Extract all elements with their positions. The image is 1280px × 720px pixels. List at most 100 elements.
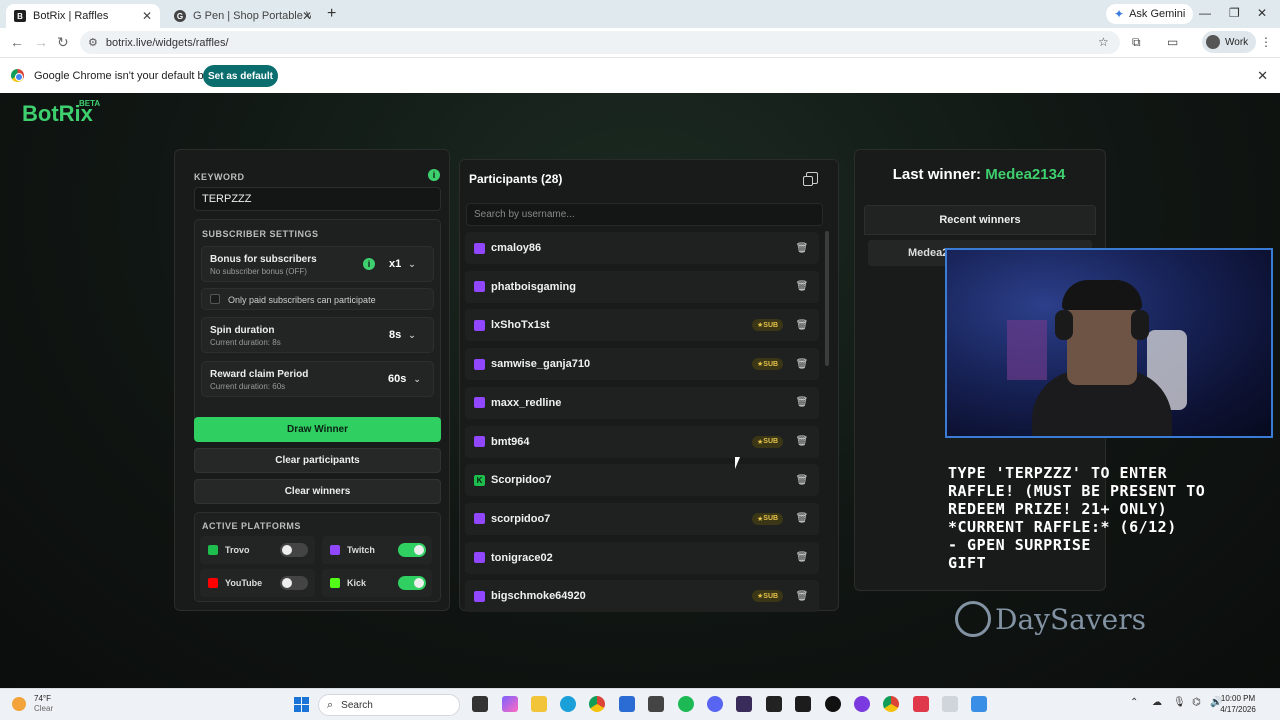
participants-scrollbar[interactable] <box>825 231 829 366</box>
claim-title: Reward claim Period <box>210 369 309 380</box>
microphone-icon[interactable]: 🎙 <box>1173 697 1186 708</box>
claim-period-select[interactable]: 60s ⌄ <box>388 373 421 385</box>
participant-row[interactable]: tonigrace02 🗑 <box>465 541 819 574</box>
trash-icon[interactable]: 🗑 <box>795 241 809 255</box>
trash-icon[interactable]: 🗑 <box>795 280 809 294</box>
participant-row[interactable]: bigschmoke64920 ★ SUB 🗑 <box>465 580 819 613</box>
chrome-icon[interactable] <box>589 696 605 712</box>
terminal-icon[interactable] <box>766 696 782 712</box>
bonus-row: Bonus for subscribers No subscriber bonu… <box>201 246 434 282</box>
participant-row[interactable]: samwise_ganja710 ★ SUB 🗑 <box>465 348 819 381</box>
windows-start-icon[interactable] <box>294 697 309 712</box>
participant-row[interactable]: maxx_redline 🗑 <box>465 386 819 419</box>
tab-botrix-raffles[interactable]: B BotRix | Raffles ✕ <box>6 4 160 28</box>
file-explorer-icon[interactable] <box>531 696 547 712</box>
webcam-headphone <box>1131 310 1149 340</box>
trash-icon[interactable]: 🗑 <box>795 551 809 565</box>
obs-icon[interactable] <box>825 696 841 712</box>
trash-icon[interactable]: 🗑 <box>795 318 809 332</box>
trash-icon[interactable]: 🗑 <box>795 473 809 487</box>
search-icon: ⌕ <box>327 698 334 711</box>
nzxt-icon[interactable] <box>736 696 752 712</box>
store-icon[interactable] <box>619 696 635 712</box>
twitch-icon <box>474 358 485 370</box>
clear-participants-button[interactable]: Clear participants <box>194 448 441 473</box>
app-icon[interactable] <box>971 696 987 712</box>
reload-icon[interactable]: ↻ <box>57 34 69 51</box>
keyword-info-icon[interactable]: i <box>428 169 440 181</box>
trash-icon[interactable]: 🗑 <box>795 589 809 603</box>
participant-row[interactable]: bmt964 ★ SUB 🗑 <box>465 425 819 458</box>
edge-icon[interactable] <box>560 696 576 712</box>
participant-row[interactable]: cmaloy86 🗑 <box>465 232 819 264</box>
draw-winner-button[interactable]: Draw Winner <box>194 417 441 442</box>
participant-username: cmaloy86 <box>491 242 542 254</box>
taskbar-clock[interactable]: 10:00 PM 4/17/2026 <box>1200 693 1276 715</box>
participant-row[interactable]: scorpidoo7 ★ SUB 🗑 <box>465 502 819 535</box>
site-info-icon[interactable]: ⚙ <box>88 36 98 49</box>
trash-icon[interactable]: 🗑 <box>795 512 809 526</box>
minimize-icon[interactable]: — <box>1199 6 1211 20</box>
app-icon[interactable] <box>795 696 811 712</box>
trovo-toggle[interactable] <box>280 543 308 557</box>
tab-gpen-shop[interactable]: G G Pen | Shop Portable Vaporize ✕ <box>166 4 320 28</box>
spin-duration-select[interactable]: 8s ⌄ <box>389 329 416 341</box>
participants-list: cmaloy86 🗑 phatboisgaming 🗑 lxShoTx1st ★ SUB 🗑… <box>463 231 821 613</box>
new-tab-icon[interactable]: + <box>327 5 336 23</box>
botrix-logo[interactable]: BotRix BETA <box>22 99 100 127</box>
kick-icon: K <box>474 474 485 486</box>
spotify-icon[interactable] <box>678 696 694 712</box>
sub-badge-label: SUB <box>763 592 779 600</box>
weather-widget[interactable]: 74°F Clear <box>12 694 53 714</box>
menu-kebab-icon[interactable]: ⋮ <box>1260 35 1272 49</box>
close-tab-icon[interactable]: ✕ <box>302 9 312 23</box>
last-winner-label: Last winner: <box>892 166 982 183</box>
chrome-active-icon[interactable] <box>883 696 899 712</box>
youtube-toggle[interactable] <box>280 576 308 590</box>
bonus-info-icon[interactable]: i <box>363 258 375 270</box>
set-as-default-button[interactable]: Set as default <box>203 65 278 87</box>
paid-only-row[interactable]: Only paid subscribers can participate <box>201 288 434 310</box>
trovo-icon <box>208 545 218 555</box>
twitch-toggle[interactable] <box>398 543 426 557</box>
clear-winners-button[interactable]: Clear winners <box>194 479 441 504</box>
participant-row[interactable]: lxShoTx1st ★ SUB 🗑 <box>465 309 819 342</box>
address-bar[interactable]: ⚙ botrix.live/widgets/raffles/ <box>80 31 1120 54</box>
restore-icon[interactable]: ❐ <box>1229 6 1240 20</box>
keyword-input[interactable]: TERPZZZ <box>194 187 441 211</box>
copy-icon[interactable] <box>803 172 818 186</box>
taskbar-search[interactable]: ⌕ Search <box>318 694 460 716</box>
extensions-icon[interactable]: ⧉ <box>1132 35 1141 50</box>
discord-icon[interactable] <box>707 696 723 712</box>
ask-gemini-button[interactable]: ✦ Ask Gemini <box>1106 4 1194 24</box>
sub-badge-label: SUB <box>763 321 779 329</box>
profile-button[interactable]: Work <box>1202 31 1257 53</box>
trash-icon[interactable]: 🗑 <box>795 396 809 410</box>
copilot-icon[interactable] <box>502 696 518 712</box>
bonus-multiplier-select[interactable]: x1 ⌄ <box>389 258 416 270</box>
participant-row[interactable]: phatboisgaming 🗑 <box>465 270 819 303</box>
infobar-close-icon[interactable]: ✕ <box>1257 68 1268 84</box>
paid-only-checkbox[interactable] <box>210 294 220 304</box>
close-tab-icon[interactable]: ✕ <box>142 9 152 23</box>
trash-icon[interactable]: 🗑 <box>795 435 809 449</box>
twitch-icon <box>474 397 485 409</box>
forward-icon[interactable]: → <box>34 34 48 50</box>
participant-row[interactable]: K Scorpidoo7 🗑 <box>465 464 819 497</box>
task-view-icon[interactable] <box>472 696 488 712</box>
window-close-icon[interactable]: ✕ <box>1257 6 1267 20</box>
bookmark-star-icon[interactable]: ☆ <box>1098 35 1109 49</box>
app-icon[interactable] <box>913 696 929 712</box>
participant-search-input[interactable]: Search by username... <box>466 203 823 226</box>
twitch-icon <box>474 552 485 564</box>
app-icon[interactable] <box>942 696 958 712</box>
app-icon[interactable] <box>648 696 664 712</box>
participant-username: tonigrace02 <box>491 551 553 564</box>
tray-chevron-icon[interactable]: ⌃ <box>1130 697 1138 708</box>
tray-cloud-icon[interactable]: ☁ <box>1152 697 1162 708</box>
app-icon[interactable] <box>854 696 870 712</box>
kick-toggle[interactable] <box>398 576 426 590</box>
back-icon[interactable]: ← <box>10 34 24 50</box>
trash-icon[interactable]: 🗑 <box>795 357 809 371</box>
cast-icon[interactable]: ▭ <box>1167 35 1178 49</box>
